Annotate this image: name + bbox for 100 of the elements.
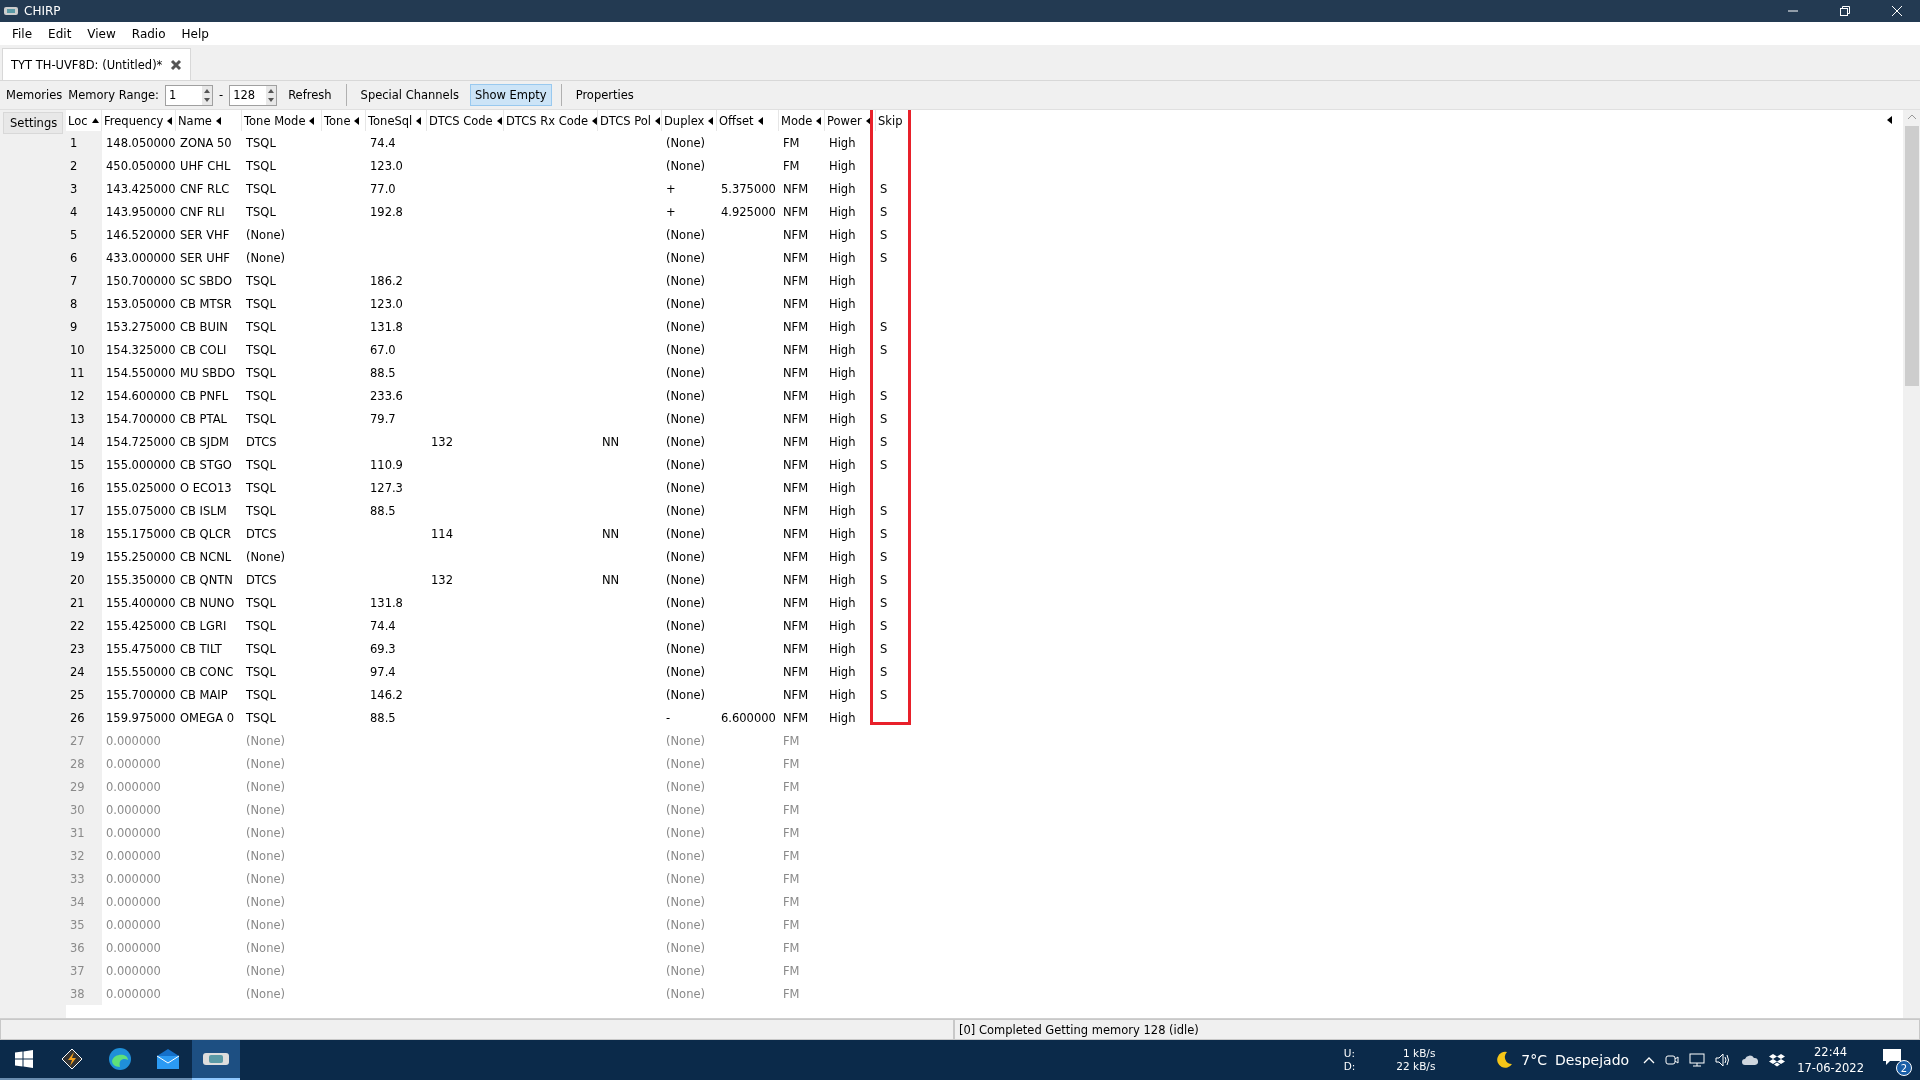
table-cell: 34 [66, 890, 102, 913]
table-cell-text: High [828, 272, 857, 290]
box-stack-icon[interactable] [1769, 1053, 1786, 1067]
table-cell-text: 131.8 [369, 594, 404, 612]
table-cell-text: S [879, 249, 889, 267]
column-header[interactable]: DTCS Rx Code [504, 110, 598, 131]
table-cell-text: (None) [665, 318, 706, 336]
table-cell-text: (None) [245, 893, 286, 911]
column-header[interactable]: Power [825, 110, 876, 131]
table-cell-text: (None) [245, 249, 286, 267]
column-header[interactable]: Name [176, 110, 242, 131]
spinner-arrows-icon[interactable] [266, 85, 277, 105]
column-header[interactable]: Mode [779, 110, 825, 131]
table-cell-text: (None) [665, 870, 706, 888]
table-cell-text: (None) [665, 847, 706, 865]
table-cell-text: NFM [782, 709, 810, 727]
sort-left-icon [592, 116, 597, 125]
table-cell-text: NFM [782, 548, 810, 566]
column-header[interactable]: DTCS Pol [598, 110, 662, 131]
column-header[interactable]: Tone Mode [242, 110, 322, 131]
cloud-icon[interactable] [1741, 1054, 1760, 1066]
range-start-field[interactable]: 1 [165, 84, 213, 106]
column-header[interactable]: Duplex [662, 110, 717, 131]
table-cell-text: TSQL [245, 709, 277, 727]
taskbar-app[interactable] [192, 1040, 240, 1080]
table-cell-text: 4.925000 [720, 203, 777, 221]
spinner-arrows-icon[interactable] [202, 85, 212, 105]
table-cell: 36 [66, 936, 102, 959]
column-header[interactable]: DTCS Code [427, 110, 504, 131]
range-end-field[interactable]: 128 [229, 84, 278, 106]
column-header[interactable]: ToneSql [366, 110, 427, 131]
clock-time[interactable]: 22:44 [1814, 1044, 1848, 1060]
clock-date[interactable]: 17-06-2022 [1797, 1060, 1864, 1076]
table-cell-text: 154.725000 [105, 433, 176, 451]
special-channels-button[interactable]: Special Channels [355, 84, 464, 106]
table-cell-text: NFM [782, 617, 810, 635]
table-cell-text: NFM [782, 272, 810, 290]
table-cell-text: NFM [782, 295, 810, 313]
table-cell-text: TSQL [245, 387, 277, 405]
menu-item[interactable]: Radio [123, 26, 174, 41]
network-icon[interactable] [1689, 1053, 1706, 1067]
column-header[interactable]: Tone [322, 110, 366, 131]
table-cell-text: 77.0 [369, 180, 397, 198]
notifications-icon[interactable] [1882, 1048, 1902, 1066]
table-cell: 11 [66, 361, 102, 384]
chevron-up-icon[interactable] [1643, 1056, 1656, 1064]
table-cell-text: NN [601, 571, 621, 589]
table-cell: 17 [66, 499, 102, 522]
serial-port-icon [203, 1053, 229, 1065]
table-cell-text: - [665, 709, 672, 727]
scrollbar[interactable] [1903, 110, 1920, 1018]
table-cell-text: (None) [665, 663, 706, 681]
close-icon[interactable] [170, 58, 183, 71]
collapse-icon[interactable] [1887, 116, 1892, 124]
sort-left-icon [865, 116, 871, 125]
table-cell-text: High [828, 157, 857, 175]
table-cell-text: S [879, 617, 889, 635]
table-cell-text: FM [782, 916, 801, 934]
settings-tab[interactable]: Settings [3, 112, 63, 134]
table-cell-text: TSQL [245, 640, 277, 658]
table-cell-text: S [879, 525, 889, 543]
document-tab[interactable]: TYT TH-UVF8D: (Untitled)* [2, 48, 192, 80]
column-header[interactable]: Offset [717, 110, 779, 131]
memories-label: Memories [6, 88, 63, 102]
column-header[interactable]: Frequency [102, 110, 176, 131]
table-cell-text: High [828, 410, 857, 428]
volume-icon[interactable] [1715, 1053, 1732, 1067]
table-cell-text: (None) [665, 824, 706, 842]
moon-icon [1495, 1051, 1514, 1069]
sort-left-icon [215, 116, 221, 125]
table-cell-text: High [828, 249, 857, 267]
menu-item[interactable]: File [4, 26, 41, 41]
table-cell-text: CB CONC [179, 663, 235, 681]
table-cell-text: 0.000000 [105, 916, 162, 934]
table-cell-text: S [879, 226, 889, 244]
properties-button[interactable]: Properties [570, 84, 639, 106]
table-cell-text: High [828, 548, 857, 566]
table-cell-text: CNF RLI [179, 203, 226, 221]
table-cell-text: 0.000000 [105, 732, 162, 750]
menu-item[interactable]: Help [173, 26, 217, 41]
table-cell: 6 [66, 246, 102, 269]
camera-icon[interactable] [1665, 1053, 1680, 1067]
scrollbar-thumb[interactable] [1904, 126, 1919, 386]
sort-left-icon [354, 116, 360, 125]
menu-item[interactable]: Edit [40, 26, 80, 41]
table-cell-text: 150.700000 [105, 272, 176, 290]
table-cell-text: (None) [245, 732, 286, 750]
column-header[interactable]: Skip [876, 110, 909, 131]
menu-item[interactable]: View [79, 26, 124, 41]
table-cell-text: NFM [782, 226, 810, 244]
table-cell: 23 [66, 637, 102, 660]
table-cell-text: DTCS [245, 525, 278, 543]
table-cell-text: TSQL [245, 663, 277, 681]
table-cell-text: CB NCNL [179, 548, 233, 566]
refresh-button[interactable]: Refresh [283, 84, 337, 106]
table-cell: 2 [66, 154, 102, 177]
table-cell-text: TSQL [245, 686, 277, 704]
show-empty-button[interactable]: Show Empty [469, 84, 552, 106]
sort-left-icon [708, 116, 714, 125]
table-cell-text: TSQL [245, 617, 277, 635]
